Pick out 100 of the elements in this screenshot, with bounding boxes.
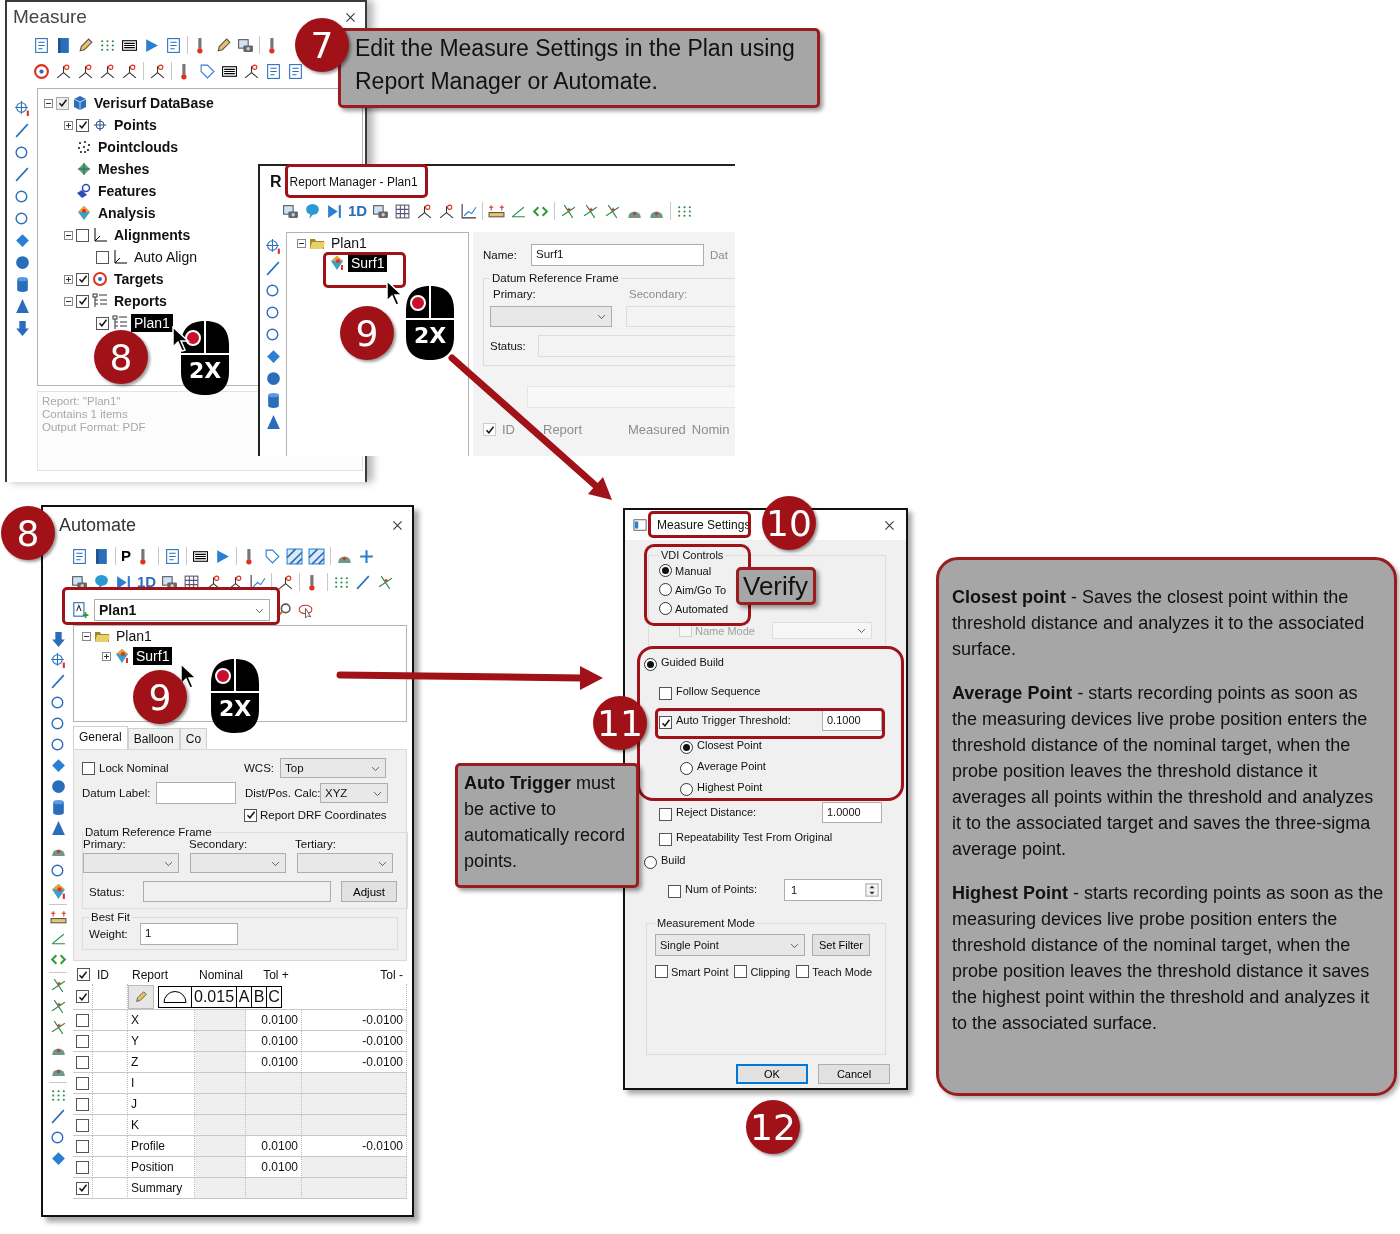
- radio-button[interactable]: [680, 762, 693, 775]
- checkbox[interactable]: [96, 250, 109, 264]
- tree-item[interactable]: Analysis: [95, 204, 159, 222]
- input-field[interactable]: 1: [140, 923, 238, 945]
- input-field[interactable]: 1.0000: [822, 802, 882, 823]
- sphere-icon[interactable]: [264, 370, 282, 387]
- dropdown[interactable]: Top: [280, 758, 386, 778]
- intersection-icon[interactable]: [560, 202, 578, 220]
- checkbox[interactable]: [96, 316, 109, 330]
- axes-icon[interactable]: [121, 62, 138, 80]
- ruler-icon[interactable]: [488, 202, 506, 220]
- filter-button[interactable]: Set Filter: [812, 934, 870, 956]
- hatch-icon[interactable]: [286, 547, 303, 565]
- checkbox[interactable]: [76, 272, 89, 286]
- intersection-icon[interactable]: [377, 573, 395, 591]
- input-field[interactable]: [626, 306, 735, 327]
- skip-icon[interactable]: [326, 202, 343, 220]
- radio-button[interactable]: [644, 856, 657, 869]
- dialog-button[interactable]: OK: [736, 1064, 808, 1084]
- tree-item[interactable]: Verisurf DataBase: [91, 94, 217, 112]
- tree-item[interactable]: Pointclouds: [95, 138, 182, 156]
- diamond-icon[interactable]: [13, 232, 31, 249]
- diamond-icon[interactable]: [49, 1150, 67, 1167]
- document-icon[interactable]: [165, 36, 182, 54]
- document-icon[interactable]: [33, 36, 50, 54]
- camera-icon[interactable]: [282, 202, 299, 220]
- sphere-icon[interactable]: [49, 778, 67, 795]
- checkbox[interactable]: [76, 968, 90, 981]
- axes-icon[interactable]: [243, 62, 260, 80]
- grid-icon[interactable]: [394, 202, 412, 220]
- diamond-icon[interactable]: [264, 348, 282, 365]
- checkbox[interactable]: [56, 96, 69, 110]
- hatch-icon[interactable]: [308, 547, 325, 565]
- checkbox[interactable]: [76, 1013, 89, 1027]
- radio-button[interactable]: [659, 602, 672, 615]
- pencil-icon[interactable]: [215, 36, 232, 54]
- line-icon[interactable]: [13, 122, 31, 139]
- axes-icon[interactable]: [149, 62, 166, 80]
- tree-item[interactable]: Alignments: [111, 226, 194, 244]
- spinner-icon[interactable]: [865, 883, 879, 897]
- cone-icon[interactable]: [13, 298, 31, 315]
- checkbox[interactable]: [76, 118, 89, 132]
- tree-item[interactable]: Targets: [111, 270, 167, 288]
- toolbar-button[interactable]: 1D: [137, 573, 157, 591]
- chart-icon[interactable]: [460, 202, 478, 220]
- line-icon[interactable]: [49, 673, 67, 690]
- axes-icon[interactable]: [55, 62, 72, 80]
- document-icon[interactable]: [164, 547, 181, 565]
- checkbox[interactable]: [76, 1034, 89, 1048]
- document-icon[interactable]: [265, 62, 282, 80]
- radio-button[interactable]: [659, 583, 672, 596]
- play-icon[interactable]: [214, 547, 231, 565]
- checkbox[interactable]: [659, 833, 672, 846]
- axes-icon[interactable]: [99, 62, 116, 80]
- expand-toggle[interactable]: [64, 274, 73, 284]
- axes-icon[interactable]: [416, 202, 434, 220]
- radio-button[interactable]: [680, 741, 693, 754]
- expand-toggle[interactable]: [64, 230, 73, 240]
- camera-icon[interactable]: [372, 202, 390, 220]
- line-icon[interactable]: [264, 260, 282, 277]
- radio-button[interactable]: [680, 783, 693, 796]
- surface-icon[interactable]: [49, 883, 67, 900]
- intersection-icon[interactable]: [49, 1019, 67, 1036]
- close-icon[interactable]: [883, 518, 896, 532]
- tree-item[interactable]: Surf1: [133, 647, 173, 665]
- close-icon[interactable]: [391, 518, 404, 532]
- adjust-button[interactable]: Adjust: [341, 881, 397, 902]
- checkbox[interactable]: [655, 965, 668, 978]
- checkbox[interactable]: [659, 808, 672, 821]
- document-icon[interactable]: [71, 547, 88, 565]
- checkbox[interactable]: [796, 965, 810, 978]
- tab[interactable]: Balloon: [127, 728, 180, 749]
- tree-item[interactable]: Reports: [111, 292, 170, 310]
- expand-toggle[interactable]: [64, 296, 73, 306]
- book-icon[interactable]: [93, 547, 110, 565]
- expand-toggle[interactable]: [64, 120, 73, 130]
- target-icon[interactable]: [33, 62, 50, 80]
- tree-item[interactable]: Plan1: [131, 314, 173, 332]
- crosshair-icon[interactable]: [13, 100, 31, 117]
- pencil-icon[interactable]: [77, 36, 94, 54]
- cone-icon[interactable]: [49, 820, 67, 837]
- dots-icon[interactable]: [49, 1087, 67, 1104]
- checkbox[interactable]: [76, 228, 89, 242]
- play-icon[interactable]: [143, 36, 160, 54]
- tab[interactable]: General: [73, 726, 128, 749]
- axes-icon[interactable]: [438, 202, 456, 220]
- tree-item[interactable]: Plan1: [328, 234, 370, 252]
- ruler-icon[interactable]: [49, 909, 67, 926]
- expand-toggle[interactable]: [82, 631, 91, 641]
- intersection-icon[interactable]: [582, 202, 600, 220]
- tag-icon[interactable]: [264, 547, 281, 565]
- intersection-icon[interactable]: [604, 202, 622, 220]
- radio-button[interactable]: [644, 658, 657, 671]
- add-report-icon[interactable]: [71, 601, 89, 619]
- checkbox[interactable]: [659, 687, 672, 700]
- axes-icon[interactable]: [77, 62, 94, 80]
- checkbox[interactable]: [82, 761, 95, 775]
- close-icon[interactable]: [344, 10, 357, 24]
- intersection-icon[interactable]: [49, 977, 67, 994]
- checkbox[interactable]: [76, 1181, 89, 1195]
